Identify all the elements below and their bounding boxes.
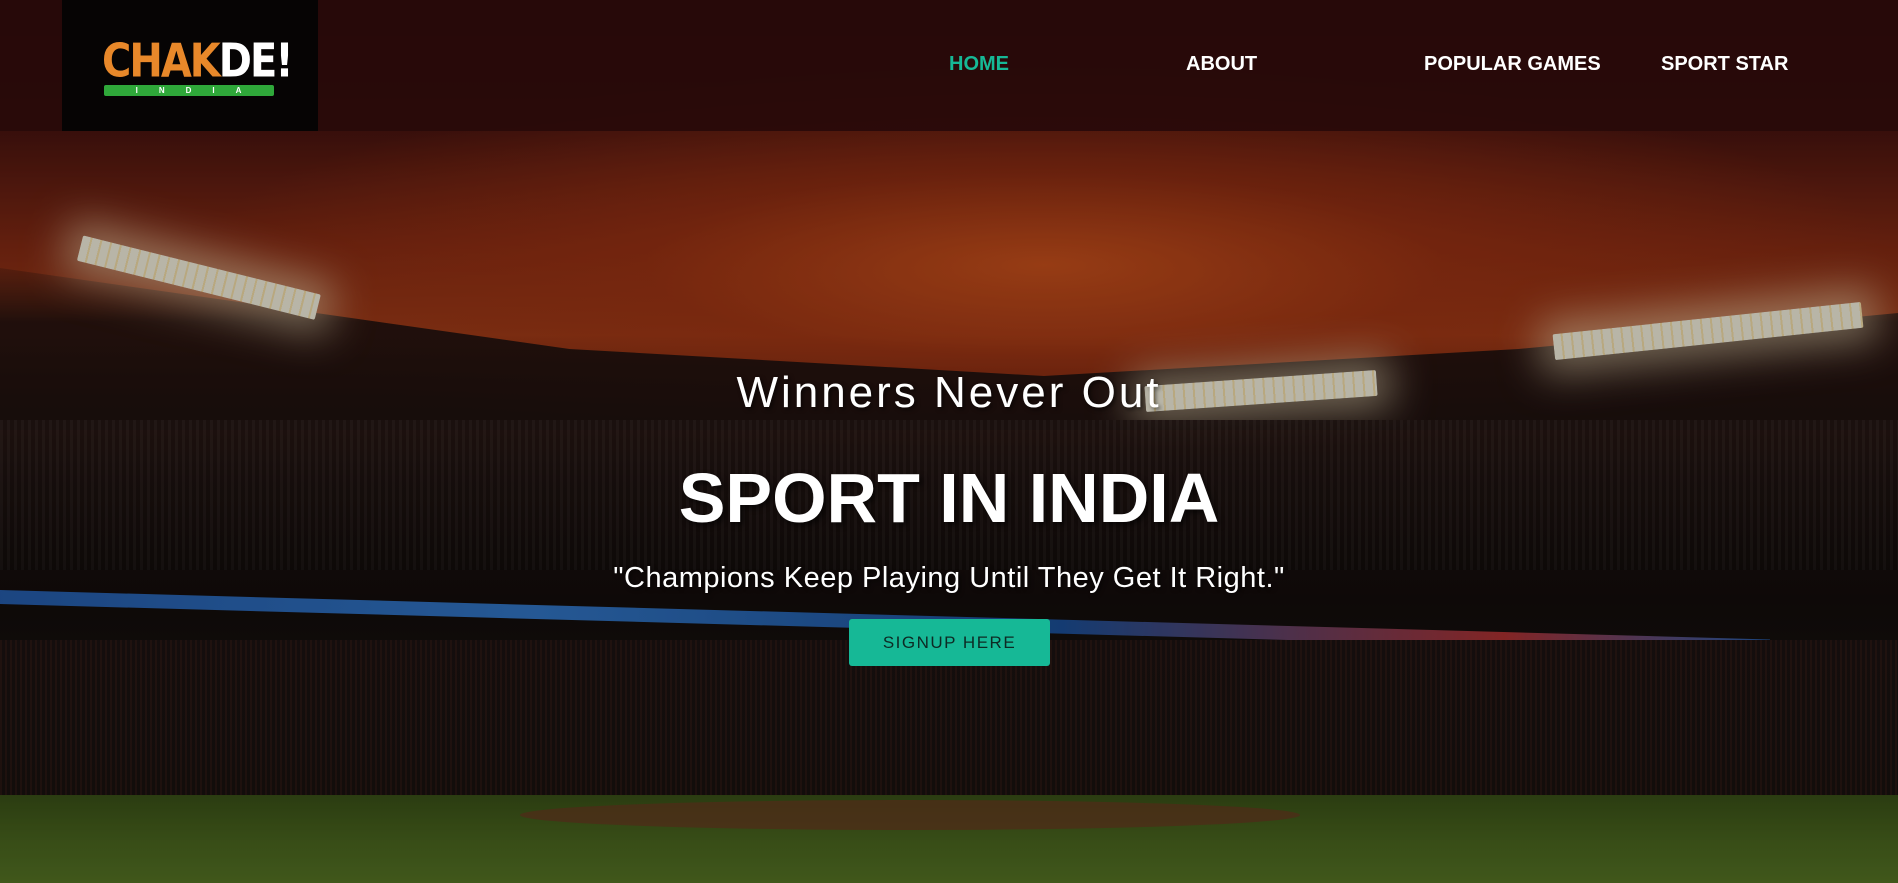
site-header: CHAKDE! INDIA HOME ABOUT POPULAR GAMES S… — [0, 0, 1898, 131]
signup-button[interactable]: SIGNUP HERE — [849, 619, 1050, 666]
hero-quote: "Champions Keep Playing Until They Get I… — [613, 562, 1285, 594]
hero-title: SPORT IN INDIA — [678, 459, 1220, 537]
main-navigation: HOME ABOUT POPULAR GAMES SPORT STAR — [0, 50, 1898, 78]
nav-popular-games-link[interactable]: POPULAR GAMES — [1424, 50, 1601, 78]
nav-about-link[interactable]: ABOUT — [1186, 50, 1257, 78]
nav-home-link[interactable]: HOME — [949, 50, 1009, 78]
landing-page: CHAKDE! INDIA HOME ABOUT POPULAR GAMES S… — [0, 0, 1898, 883]
hero-dark-overlay — [0, 0, 1898, 883]
nav-sport-star-link[interactable]: SPORT STAR — [1661, 50, 1788, 78]
stadium-background-image — [0, 0, 1898, 883]
hero-tagline: Winners Never Out — [736, 368, 1162, 417]
logo-subtitle: INDIA — [104, 84, 274, 96]
